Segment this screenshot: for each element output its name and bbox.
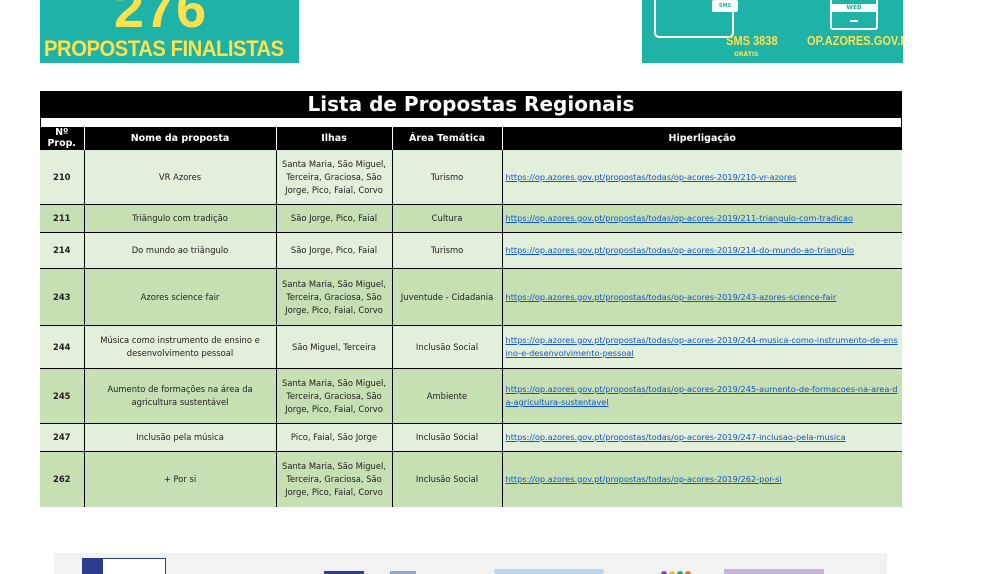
- proposal-name: Azores science fair: [83, 268, 276, 326]
- proposal-number: 214: [40, 232, 84, 269]
- proposal-islands: Santa Maria, São Miguel, Terceira, Graci…: [275, 268, 392, 326]
- proposal-number: 210: [40, 149, 84, 205]
- column-header-name: Nome da proposta: [83, 127, 276, 150]
- sms-number-label: SMS 3838: [726, 33, 778, 48]
- proposal-number: 244: [40, 325, 84, 369]
- partner-logo: [494, 569, 604, 574]
- proposal-islands: Santa Maria, São Miguel, Terceira, Graci…: [275, 451, 392, 507]
- proposal-theme: Ambiente: [391, 368, 502, 424]
- proposal-link[interactable]: https://op.azores.gov.pt/propostas/todas…: [501, 325, 902, 369]
- table-row: 210 VR Azores Santa Maria, São Miguel, T…: [40, 149, 902, 205]
- finalists-subtitle: PROPOSTAS FINALISTAS: [44, 36, 284, 61]
- column-header-number: Nº Prop.: [40, 127, 84, 150]
- proposal-theme: Inclusão Social: [391, 423, 502, 452]
- title-spacer: [40, 118, 902, 127]
- proposal-link[interactable]: https://op.azores.gov.pt/propostas/todas…: [501, 149, 902, 205]
- table-row: 245 Aumento de formações na área da agri…: [40, 368, 902, 424]
- proposal-theme: Juventude - Cidadania: [391, 268, 502, 326]
- government-logo: [82, 558, 166, 574]
- proposal-islands: Santa Maria, São Miguel, Terceira, Graci…: [275, 368, 392, 424]
- proposal-link[interactable]: https://op.azores.gov.pt/propostas/todas…: [501, 204, 902, 233]
- proposal-name: VR Azores: [83, 149, 276, 205]
- sms-tag: SMS: [712, 0, 738, 12]
- web-tag: WEB: [832, 4, 876, 12]
- proposal-name: Música como instrumento de ensino e dese…: [83, 325, 276, 369]
- flag-icon: [83, 559, 103, 574]
- header-row: Nº Prop. Nome da proposta Ilhas Área Tem…: [40, 127, 902, 150]
- colorful-people-logo: [661, 562, 707, 574]
- proposal-name: Do mundo ao triângulo: [83, 232, 276, 269]
- table-row: 244 Música como instrumento de ensino e …: [40, 325, 902, 369]
- proposal-name: + Por si: [83, 451, 276, 507]
- proposal-link[interactable]: https://op.azores.gov.pt/propostas/todas…: [501, 451, 902, 507]
- proposal-link[interactable]: https://op.azores.gov.pt/propostas/todas…: [501, 268, 902, 326]
- proposal-name: Aumento de formações na área da agricult…: [83, 368, 276, 424]
- monitor-stand: [850, 20, 858, 22]
- column-header-theme: Área Temática: [391, 127, 502, 150]
- proposals-grid: Nº Prop. Nome da proposta Ilhas Área Tem…: [40, 127, 902, 507]
- proposal-number: 245: [40, 368, 84, 424]
- proposal-number: 247: [40, 423, 84, 452]
- proposal-theme: Inclusão Social: [391, 325, 502, 369]
- proposal-theme: Inclusão Social: [391, 451, 502, 507]
- table-row: 211 Triângulo com tradição São Jorge, Pi…: [40, 204, 902, 233]
- sponsor-logos-strip: [54, 553, 887, 574]
- proposal-link[interactable]: https://op.azores.gov.pt/propostas/todas…: [501, 368, 902, 424]
- proposal-islands: São Jorge, Pico, Faial: [275, 232, 392, 269]
- table-row: 243 Azores science fair Santa Maria, São…: [40, 268, 902, 326]
- table-title: Lista de Propostas Regionais: [307, 92, 635, 116]
- proposal-theme: Turismo: [391, 232, 502, 269]
- column-header-link: Hiperligação: [501, 127, 902, 150]
- proposal-theme: Turismo: [391, 149, 502, 205]
- proposal-link[interactable]: https://op.azores.gov.pt/propostas/todas…: [501, 423, 902, 452]
- proposal-name: Inclusão pela música: [83, 423, 276, 452]
- table-row: 262 + Por si Santa Maria, São Miguel, Te…: [40, 451, 902, 507]
- proposal-number: 243: [40, 268, 84, 326]
- vote-channels-banner: SMS SMS 3838 GRÁTIS WEB OP.AZORES.GOV.PT: [642, 0, 903, 63]
- proposal-islands: Santa Maria, São Miguel, Terceira, Graci…: [275, 149, 392, 205]
- table-row: 247 Inclusão pela música Pico, Faial, Sã…: [40, 423, 902, 452]
- proposal-theme: Cultura: [391, 204, 502, 233]
- proposals-table: Lista de Propostas Regionais Nº Prop. No…: [40, 91, 902, 507]
- proposal-islands: São Miguel, Terceira: [275, 325, 392, 369]
- proposal-name: Triângulo com tradição: [83, 204, 276, 233]
- sms-free-note: GRÁTIS: [734, 51, 759, 58]
- website-label: OP.AZORES.GOV.PT: [807, 33, 903, 48]
- monitor-icon: WEB: [830, 0, 878, 30]
- finalists-banner: 276 PROPOSTAS FINALISTAS: [40, 0, 299, 63]
- proposal-number: 262: [40, 451, 84, 507]
- partner-logo: [724, 569, 824, 574]
- proposal-link[interactable]: https://op.azores.gov.pt/propostas/todas…: [501, 232, 902, 269]
- proposal-islands: São Jorge, Pico, Faial: [275, 204, 392, 233]
- finalists-count: 276: [114, 0, 208, 39]
- proposal-number: 211: [40, 204, 84, 233]
- proposal-islands: Pico, Faial, São Jorge: [275, 423, 392, 452]
- table-row: 214 Do mundo ao triângulo São Jorge, Pic…: [40, 232, 902, 269]
- column-header-islands: Ilhas: [275, 127, 392, 150]
